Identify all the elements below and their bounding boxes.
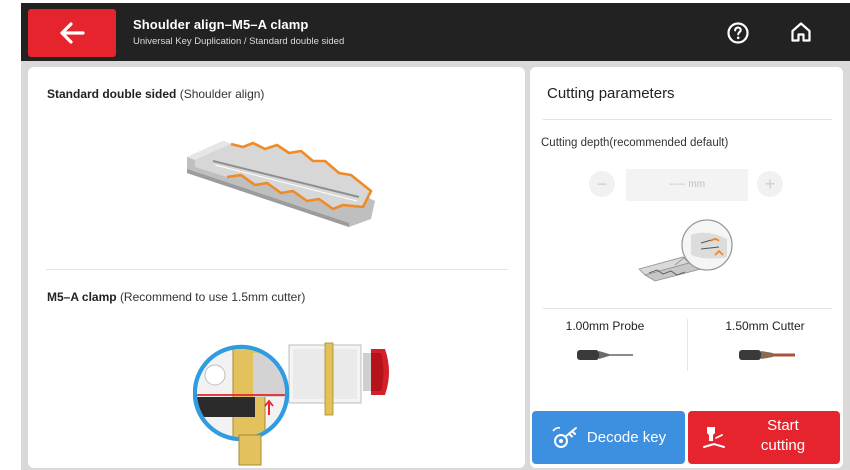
home-button[interactable] (789, 20, 813, 44)
header-titles: Shoulder align–M5–A clamp Universal Key … (133, 17, 344, 47)
decode-key-label: Decode key (586, 429, 667, 446)
help-button[interactable] (726, 21, 750, 45)
clamp-label: M5–A clamp (Recommend to use 1.5mm cutte… (47, 290, 305, 304)
cutting-parameters-panel: Cutting parameters Cutting depth(recomme… (530, 67, 843, 468)
top-bar: Shoulder align–M5–A clamp Universal Key … (21, 3, 850, 61)
app-frame: Shoulder align–M5–A clamp Universal Key … (21, 3, 850, 470)
start-cutting-button[interactable]: Start cutting (688, 411, 840, 464)
arrow-left-icon (60, 22, 85, 44)
probe-image (577, 350, 633, 360)
clamp-name: M5–A clamp (47, 290, 117, 304)
question-circle-icon (727, 22, 749, 44)
probe-label: 1.00mm Probe (565, 319, 645, 333)
parameters-title: Cutting parameters (547, 85, 675, 102)
depth-increase-button[interactable]: + (757, 171, 783, 197)
breadcrumb: Universal Key Duplication / Standard dou… (133, 36, 345, 47)
page-title: Shoulder align–M5–A clamp (133, 17, 309, 32)
clamp-note: (Recommend to use 1.5mm cutter) (119, 290, 306, 304)
key-type-note: (Shoulder align) (179, 87, 265, 101)
cutting-depth-label: Cutting depth(recommended default) (541, 137, 729, 149)
key-type-name: Standard double sided (47, 87, 177, 101)
start-cutting-label: Start cutting (738, 416, 828, 456)
title-divider (543, 119, 832, 120)
cutter-label: 1.50mm Cutter (725, 319, 805, 333)
start-label-line1: Start (767, 417, 799, 434)
key-info-panel: Standard double sided (Shoulder align) M… (28, 67, 525, 468)
cutting-depth-input[interactable]: ----- mm (626, 169, 748, 201)
cutter-icon (703, 427, 725, 448)
key-decode-icon (552, 426, 577, 448)
back-button[interactable] (28, 9, 116, 57)
section-divider (46, 269, 508, 270)
tools-vertical-divider (687, 319, 688, 371)
double-sided-key-image (187, 141, 375, 227)
decode-key-button[interactable]: Decode key (532, 411, 685, 464)
cutting-depth-illustration (638, 219, 733, 282)
key-type-label: Standard double sided (Shoulder align) (47, 87, 264, 101)
home-icon (791, 22, 811, 42)
clamp-illustration (193, 342, 389, 466)
cutter-image (739, 350, 795, 360)
depth-decrease-button[interactable]: − (589, 171, 615, 197)
start-label-line2: cutting (760, 437, 806, 454)
tools-divider (543, 308, 832, 309)
